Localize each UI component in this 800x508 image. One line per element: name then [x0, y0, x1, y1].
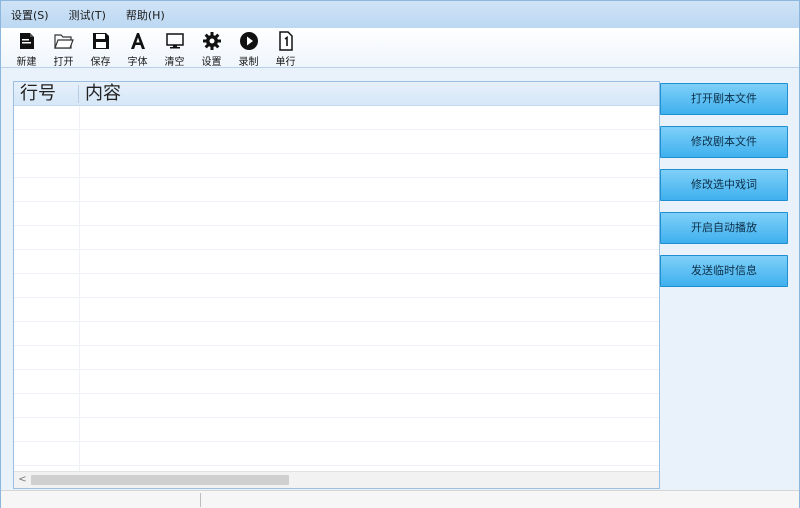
settings-button[interactable]: 设置 — [193, 28, 230, 68]
edit-script-button[interactable]: 修改剧本文件 — [660, 126, 788, 158]
grid-body[interactable] — [14, 106, 659, 471]
font-button-label: 字体 — [127, 57, 148, 68]
single-line-button[interactable]: 单行 — [267, 28, 304, 68]
font-button[interactable]: 字体 — [119, 28, 156, 68]
folder-open-icon — [53, 31, 75, 51]
clear-button-label: 清空 — [164, 57, 185, 68]
toolbar: 新建 打开 保存 字体 清空 设置 录制 单行 — [1, 28, 799, 68]
settings-button-label: 设置 — [201, 57, 222, 68]
menu-settings[interactable]: 设置(S) — [11, 7, 49, 23]
column-header-line-number[interactable]: 行号 — [14, 84, 79, 103]
save-button[interactable]: 保存 — [82, 28, 119, 68]
main-window: 设置(S) 测试(T) 帮助(H) 新建 打开 保存 字体 清空 设置 录制 单… — [0, 0, 800, 508]
status-bar — [1, 490, 799, 508]
send-temp-message-button[interactable]: 发送临时信息 — [660, 255, 788, 287]
new-button-label: 新建 — [16, 57, 37, 68]
start-autoplay-button[interactable]: 开启自动播放 — [660, 212, 788, 244]
open-button[interactable]: 打开 — [45, 28, 82, 68]
record-button[interactable]: 录制 — [230, 28, 267, 68]
record-button-label: 录制 — [238, 57, 259, 68]
menu-bar: 设置(S) 测试(T) 帮助(H) — [1, 1, 799, 28]
save-button-label: 保存 — [90, 57, 111, 68]
horizontal-scrollbar[interactable]: < — [14, 471, 659, 488]
script-grid[interactable]: 行号 内容 < — [13, 81, 660, 489]
new-button[interactable]: 新建 — [8, 28, 45, 68]
edit-selected-line-button[interactable]: 修改选中戏词 — [660, 169, 788, 201]
single-line-button-label: 单行 — [275, 57, 296, 68]
font-icon — [127, 31, 149, 51]
single-line-icon — [275, 31, 297, 51]
new-file-icon — [16, 31, 38, 51]
menu-help[interactable]: 帮助(H) — [126, 7, 165, 23]
menu-test[interactable]: 测试(T) — [69, 7, 106, 23]
open-script-button[interactable]: 打开剧本文件 — [660, 83, 788, 115]
record-play-icon — [238, 31, 260, 51]
open-button-label: 打开 — [53, 57, 74, 68]
gear-icon — [201, 31, 223, 51]
column-header-content[interactable]: 内容 — [79, 84, 121, 103]
scrollbar-thumb[interactable] — [31, 475, 289, 485]
status-separator — [200, 493, 201, 507]
scroll-left-arrow-icon[interactable]: < — [14, 472, 31, 488]
save-icon — [90, 31, 112, 51]
clear-button[interactable]: 清空 — [156, 28, 193, 68]
side-button-panel: 打开剧本文件 修改剧本文件 修改选中戏词 开启自动播放 发送临时信息 — [660, 81, 790, 298]
grid-header: 行号 内容 — [14, 82, 659, 106]
monitor-clear-icon — [164, 31, 186, 51]
